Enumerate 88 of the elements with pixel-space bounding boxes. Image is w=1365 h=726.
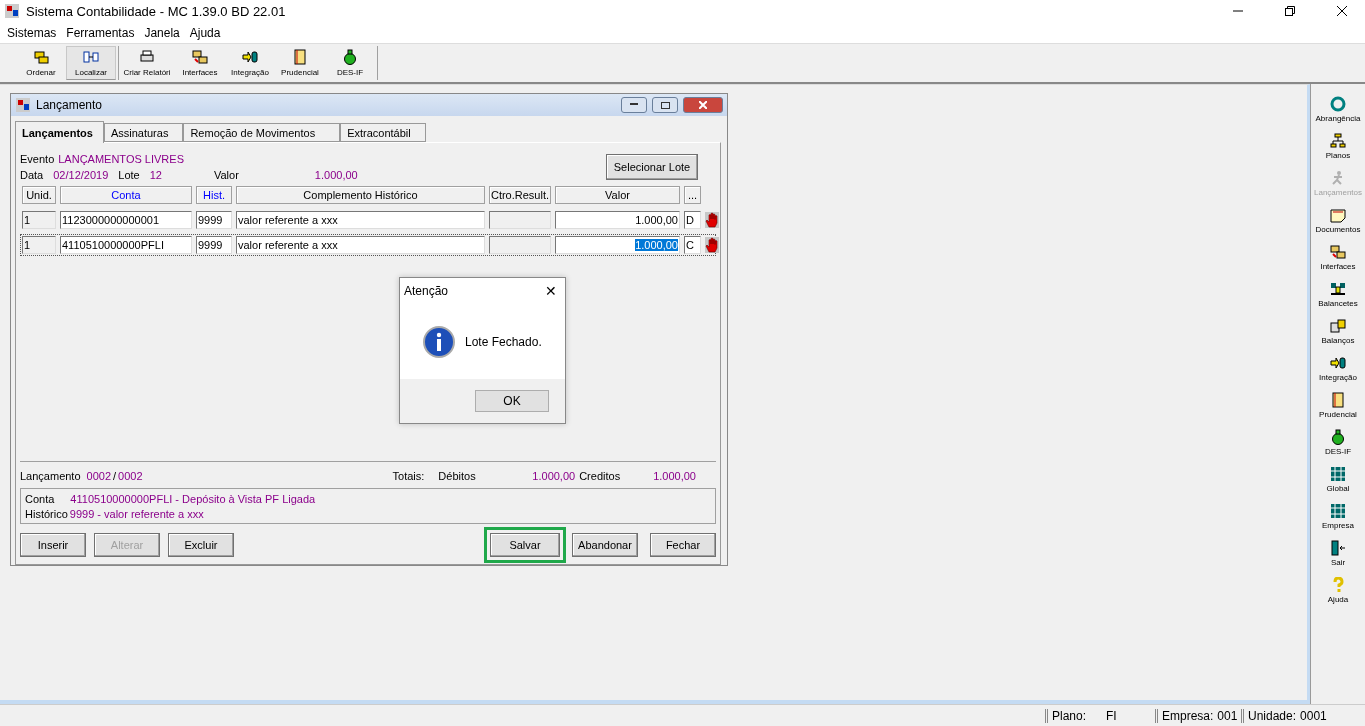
toolbar-button[interactable]: Prudencial [275, 46, 325, 80]
tab[interactable]: Remoção de Movimentos [183, 123, 341, 142]
status-value: 001 [1217, 708, 1238, 723]
sidebar-button[interactable]: Integração [1319, 355, 1357, 390]
sidebar-button[interactable]: DES-IF [1324, 429, 1352, 464]
dialog-message: Lote Fechado. [465, 334, 542, 349]
sidebar-button[interactable]: Documentos [1315, 207, 1361, 242]
field-value: LANÇAMENTOS LIVRES [58, 153, 184, 165]
window-title: Lançamento [36, 98, 104, 112]
menu-item[interactable]: Janela [139, 25, 185, 40]
column-header: Valor [555, 186, 680, 204]
unit-field[interactable]: 1 [22, 211, 56, 229]
tab[interactable]: Extracontábil [340, 123, 426, 142]
field-label: Histórico [25, 507, 68, 520]
field-value: 0002 [118, 470, 143, 482]
tab[interactable]: Assinaturas [103, 123, 184, 142]
table-row[interactable]: 1 4110510000000PFLI 9999 valor referente a xxx 1.000,00 C [20, 234, 716, 256]
toolbar-button[interactable]: Localizar [66, 46, 116, 80]
column-header: Ctro.Result. [489, 186, 551, 204]
history-field[interactable]: 9999 [196, 236, 232, 254]
action-button[interactable]: Inserir [20, 533, 86, 557]
debit-credit-field[interactable]: D [684, 211, 701, 229]
field-value: 0002 [86, 470, 112, 482]
field-label: Evento [20, 153, 55, 165]
column-header: Unid. [22, 186, 56, 204]
status-value: FI [1106, 708, 1117, 723]
toolbar-button[interactable]: Integração [225, 46, 275, 80]
sidebar-button[interactable]: Balanços [1321, 318, 1355, 353]
sidebar-button[interactable]: Abrangência [1315, 96, 1361, 131]
toolbar-button[interactable]: Interfaces [175, 46, 225, 80]
field-value: 12 [149, 169, 162, 181]
field-label: Data [20, 169, 44, 181]
sidebar-button[interactable]: Interfaces [1320, 244, 1356, 279]
unit-field[interactable]: 1 [22, 236, 56, 254]
action-button[interactable]: Fechar [650, 533, 716, 557]
column-header[interactable]: Hist. [196, 186, 232, 204]
column-header: Complemento Histórico [236, 186, 485, 204]
field-value: 1.000,00 [314, 169, 358, 181]
menu-item[interactable]: Sistemas [2, 25, 62, 40]
dialog-title: Atenção [404, 284, 449, 298]
sidebar-button[interactable]: Sair [1330, 540, 1346, 575]
field-value: 1.000,00 [532, 470, 576, 482]
complement-field[interactable]: valor referente a xxx [236, 236, 485, 254]
status-label: Empresa: [1162, 708, 1214, 723]
tab[interactable]: Lançamentos [15, 121, 104, 143]
action-button[interactable]: Excluir [168, 533, 234, 557]
status-label: Unidade: [1248, 708, 1297, 723]
sidebar-button[interactable]: Planos [1325, 133, 1351, 168]
field-value: 1.000,00 [653, 470, 696, 482]
column-header: ... [684, 186, 701, 204]
debit-credit-field[interactable]: C [684, 236, 701, 254]
field-label: Totais: [392, 470, 425, 482]
value-field[interactable]: 1.000,00 [555, 211, 680, 229]
field-label: Débitos [438, 470, 477, 482]
window-title: Sistema Contabilidade - MC 1.39.0 BD 22.01 [26, 3, 287, 19]
status-label: Plano: [1052, 708, 1087, 723]
sidebar-button[interactable]: Prudencial [1319, 392, 1357, 427]
account-field[interactable]: 4110510000000PFLI [60, 236, 192, 254]
sidebar-button[interactable]: Ajuda [1327, 577, 1349, 612]
status-value: 0001 [1300, 708, 1327, 723]
field-value: 9999 - valor referente a xxx [69, 507, 204, 520]
action-button[interactable]: Salvar [490, 533, 560, 557]
value-field[interactable]: 1.000,00 [555, 236, 680, 254]
field-label: Creditos [579, 470, 622, 482]
toolbar-button[interactable]: Criar Relatóri [119, 46, 175, 80]
sidebar-button[interactable]: Balancetes [1318, 281, 1358, 316]
complement-field[interactable]: valor referente a xxx [236, 211, 485, 229]
menu-item[interactable]: Ajuda [184, 25, 226, 40]
field-label: Lançamento [20, 470, 81, 482]
select-batch-button[interactable]: Selecionar Lote [606, 154, 698, 180]
field-label: Valor [214, 169, 239, 181]
field-label: Conta [25, 492, 55, 505]
field-label: Lote [118, 169, 140, 181]
history-field[interactable]: 9999 [196, 211, 232, 229]
field-value: 02/12/2019 [53, 169, 109, 181]
menu-item[interactable]: Ferramentas [61, 25, 140, 40]
column-header[interactable]: Conta [60, 186, 192, 204]
sidebar-button[interactable]: Global [1326, 466, 1350, 501]
toolbar-button[interactable]: Ordenar [16, 46, 66, 80]
separator-text: / [113, 470, 117, 482]
action-button[interactable]: Abandonar [572, 533, 638, 557]
close-button[interactable]: ✕ [545, 283, 557, 299]
field-value: 4110510000000PFLI - Depósito à Vista PF Ligada [70, 492, 316, 505]
table-row[interactable]: 1 1123000000000001 9999 valor referente a xxx 1.000,00 D [20, 209, 716, 231]
toolbar-button[interactable]: DES-IF [325, 46, 375, 80]
ok-button[interactable]: OK [475, 390, 549, 412]
account-field[interactable]: 1123000000000001 [60, 211, 192, 229]
sidebar-button[interactable]: Empresa [1322, 503, 1354, 538]
